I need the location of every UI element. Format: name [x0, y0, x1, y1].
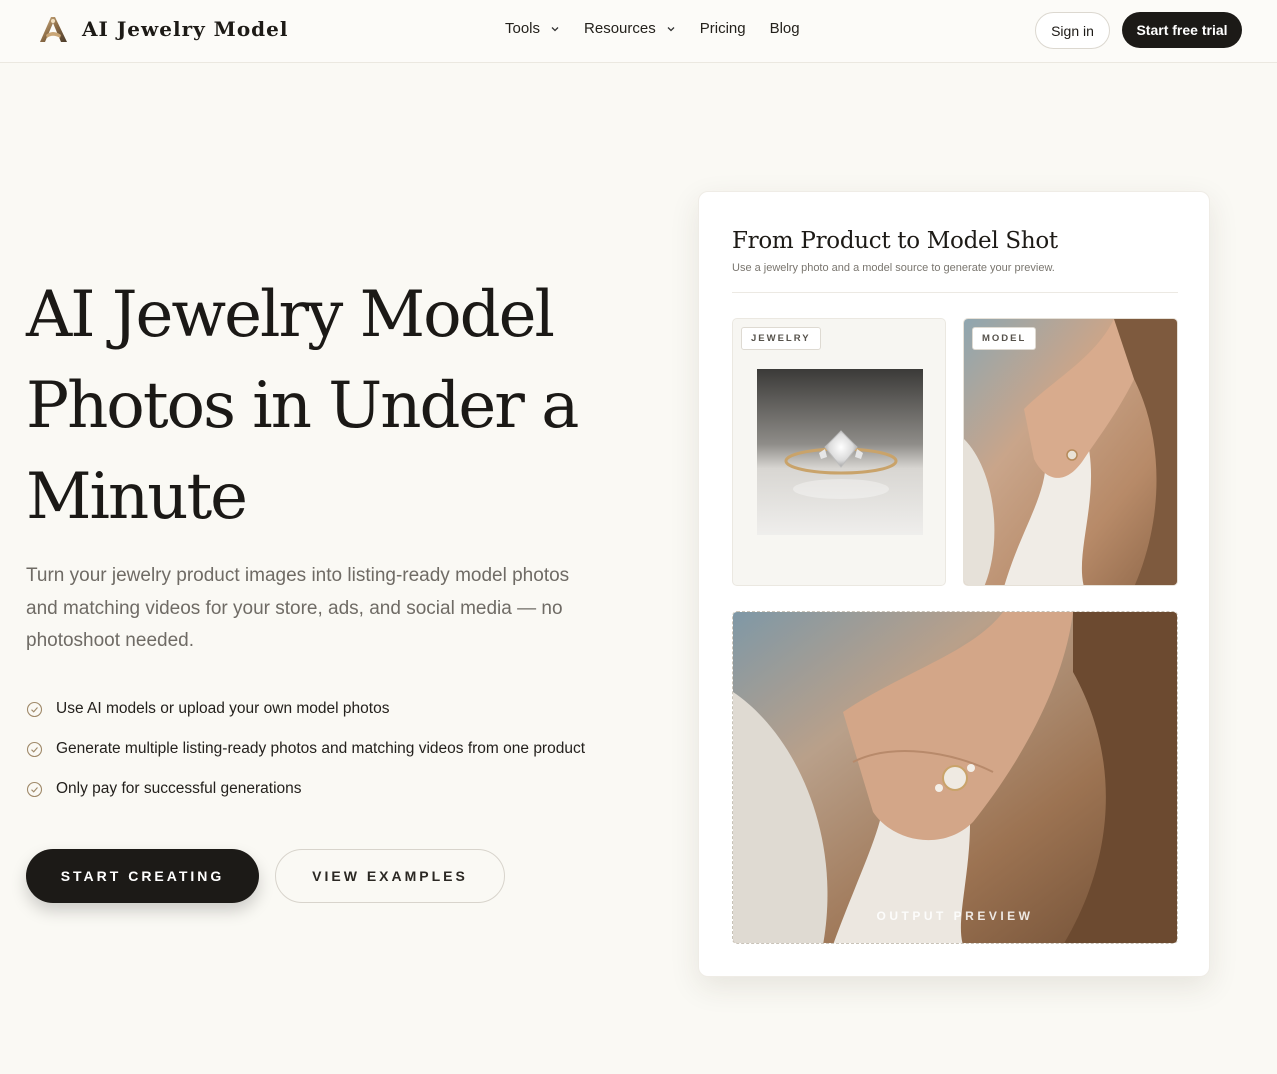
- check-circle-icon: [26, 781, 43, 797]
- nav-blog-label: Blog: [769, 20, 800, 37]
- check-circle-icon: [26, 741, 43, 757]
- output-preview-label: OUTPUT PREVIEW: [876, 909, 1034, 923]
- site-header: AI Jewelry Model Tools Resources Pricing…: [0, 0, 1277, 63]
- main-nav: Tools Resources Pricing Blog: [505, 20, 824, 37]
- card-subtitle: Use a jewelry photo and a model source t…: [732, 262, 1055, 274]
- feature-item: Generate multiple listing-ready photos a…: [26, 737, 585, 761]
- nav-tools[interactable]: Tools: [505, 20, 560, 37]
- logo[interactable]: AI Jewelry Model: [36, 13, 288, 45]
- hero-title-line-2: Photos in Under a: [26, 369, 579, 443]
- feature-text: Only pay for successful generations: [56, 780, 302, 797]
- nav-tools-label: Tools: [505, 20, 541, 37]
- check-circle-icon: [26, 701, 43, 717]
- nav-blog[interactable]: Blog: [770, 20, 800, 37]
- jewelry-panel[interactable]: JEWELRY: [732, 318, 946, 586]
- feature-item: Use AI models or upload your own model p…: [26, 697, 585, 721]
- card-title: From Product to Model Shot: [732, 228, 1058, 254]
- logo-text: AI Jewelry Model: [82, 17, 289, 41]
- chevron-down-icon: [551, 26, 559, 31]
- nav-resources-label: Resources: [584, 20, 656, 37]
- view-examples-button[interactable]: VIEW EXAMPLES: [275, 849, 505, 903]
- feature-item: Only pay for successful generations: [26, 777, 585, 801]
- start-creating-button[interactable]: START CREATING: [26, 849, 259, 903]
- sign-in-button[interactable]: Sign in: [1035, 12, 1110, 49]
- hero-title-line-1: AI Jewelry Model: [26, 278, 555, 352]
- nav-resources[interactable]: Resources: [584, 20, 676, 37]
- feature-text: Generate multiple listing-ready photos a…: [56, 740, 586, 757]
- chevron-down-icon: [667, 26, 675, 31]
- model-panel[interactable]: MODEL: [963, 318, 1178, 586]
- logo-mark-icon: [40, 17, 67, 42]
- start-free-trial-button[interactable]: Start free trial: [1122, 12, 1242, 48]
- hero-title: AI Jewelry Model Photos in Under a Minut…: [26, 270, 646, 543]
- feature-text: Use AI models or upload your own model p…: [56, 700, 390, 717]
- hero-title-line-3: Minute: [26, 460, 248, 534]
- output-preview-image: [733, 612, 1177, 943]
- feature-list: Use AI models or upload your own model p…: [26, 697, 585, 817]
- model-image: [964, 319, 1177, 585]
- jewelry-tag: JEWELRY: [741, 327, 821, 350]
- preview-card: From Product to Model Shot Use a jewelry…: [698, 191, 1210, 977]
- output-preview-panel[interactable]: OUTPUT PREVIEW: [732, 611, 1178, 944]
- hero-subtitle: Turn your jewelry product images into li…: [26, 565, 570, 651]
- model-tag: MODEL: [972, 327, 1037, 350]
- nav-pricing[interactable]: Pricing: [700, 20, 746, 37]
- nav-pricing-label: Pricing: [699, 20, 746, 37]
- card-divider: [732, 292, 1178, 293]
- ring-product-image: [757, 369, 923, 535]
